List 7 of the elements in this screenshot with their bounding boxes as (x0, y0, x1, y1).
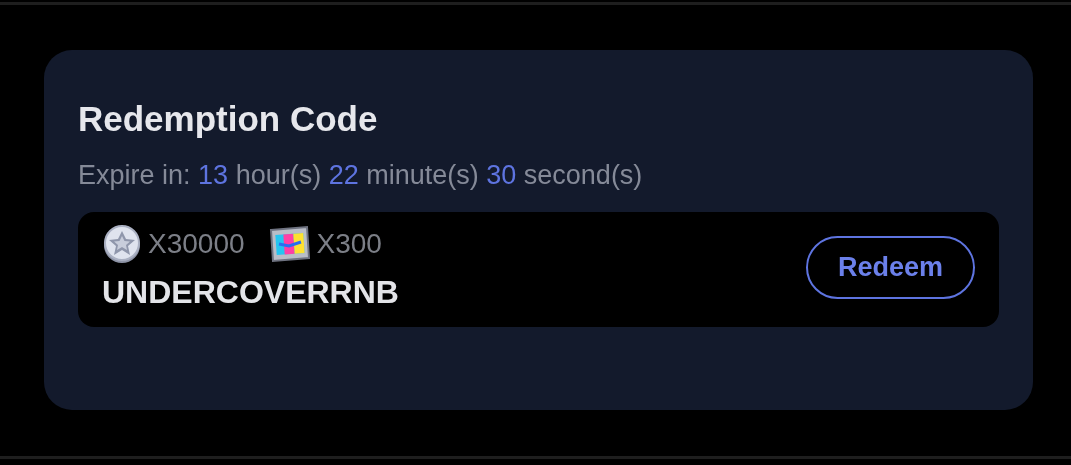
reward-amount: X30000 (148, 228, 245, 260)
expiry-text: Expire in: 13 hour(s) 22 minute(s) 30 second(s) (78, 159, 644, 192)
reward-amount: X300 (316, 228, 382, 260)
code-text: UNDERCOVERRNB (102, 274, 399, 311)
card-title: Redemption Code (78, 98, 379, 140)
coin-icon (102, 224, 142, 264)
redeem-button[interactable]: Redeem (805, 236, 975, 299)
